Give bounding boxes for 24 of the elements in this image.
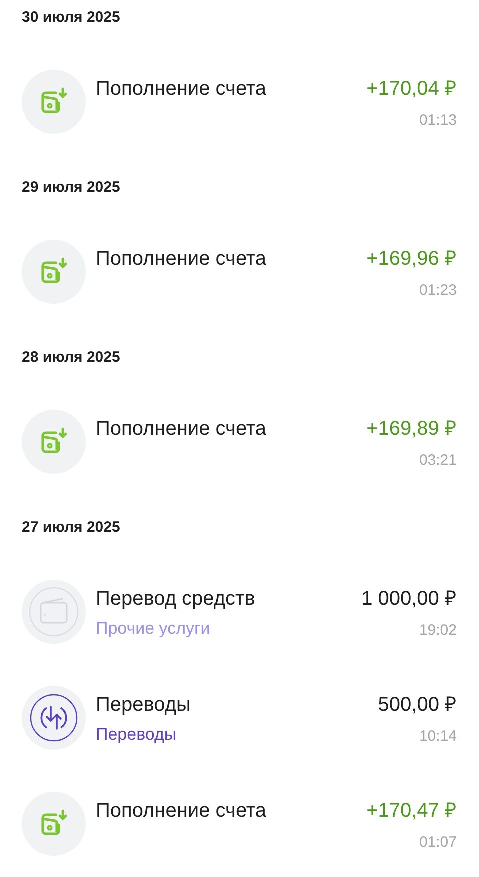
category-label: Переводы — [96, 724, 178, 746]
amount: +170,04 ₽ — [366, 77, 457, 102]
date-header: 29 июля 2025 — [22, 178, 122, 198]
transaction-title: Пополнение счета — [96, 417, 268, 442]
time: 03:21 — [418, 451, 457, 471]
time: 10:14 — [418, 727, 457, 747]
amount: 1 000,00 ₽ — [362, 587, 457, 612]
amount: +170,47 ₽ — [366, 799, 457, 824]
time: 01:23 — [418, 281, 457, 301]
date-header: 28 июля 2025 — [22, 348, 122, 368]
time: 01:13 — [418, 111, 457, 131]
amount: +169,96 ₽ — [366, 247, 457, 272]
amount: 500,00 ₽ — [378, 693, 457, 718]
category-label: Прочие услуги — [96, 618, 212, 640]
date-header: 27 июля 2025 — [22, 518, 122, 538]
transaction-title: Переводы — [96, 693, 192, 718]
time: 19:02 — [418, 621, 457, 641]
date-header: 30 июля 2025 — [22, 8, 122, 28]
transaction-title: Пополнение счета — [96, 247, 268, 272]
transaction-title: Пополнение счета — [96, 77, 268, 102]
time: 01:07 — [418, 833, 457, 853]
amount: +169,89 ₽ — [366, 417, 457, 442]
transaction-title: Пополнение счета — [96, 799, 268, 824]
transaction-title: Перевод средств — [96, 587, 256, 612]
